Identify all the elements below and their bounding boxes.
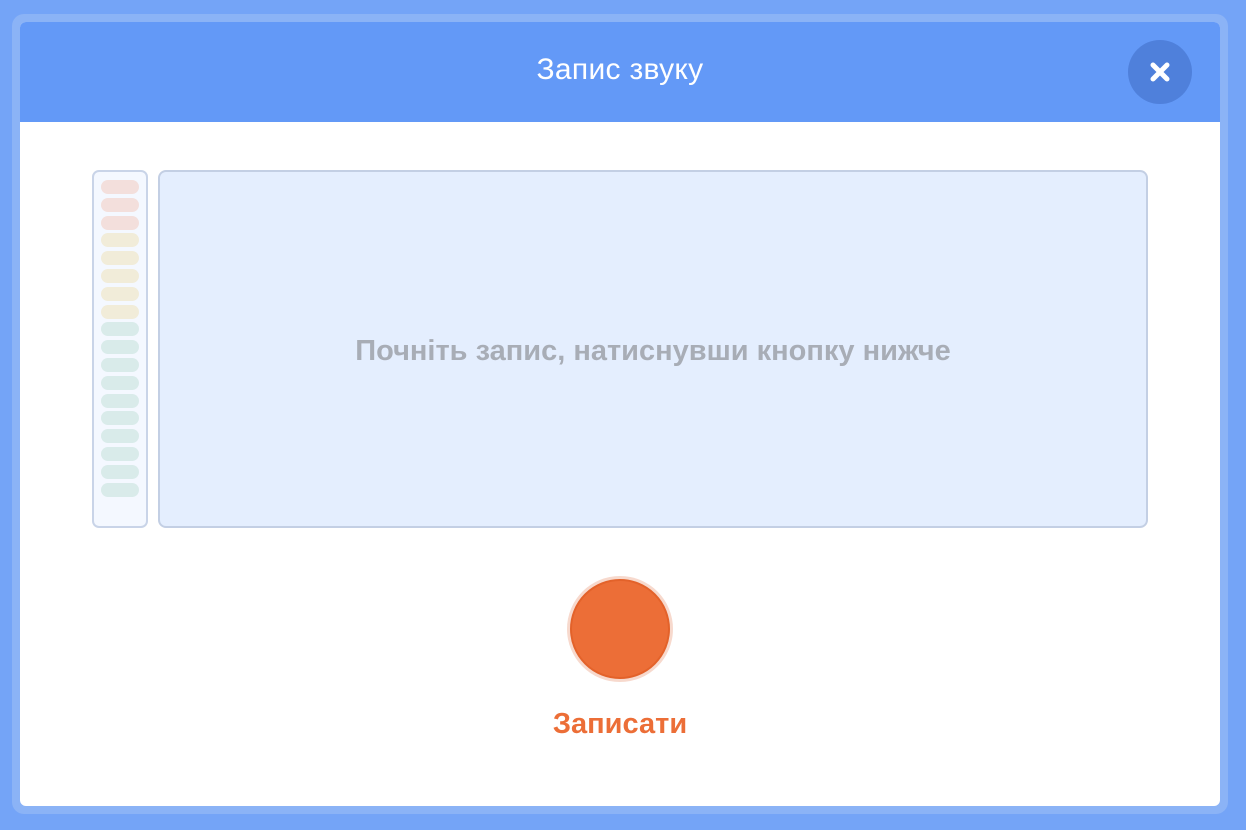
level-meter-bar bbox=[101, 464, 139, 479]
level-meter-bar bbox=[101, 304, 139, 319]
close-icon bbox=[1150, 62, 1170, 82]
close-button[interactable] bbox=[1128, 40, 1192, 104]
level-meter-bar bbox=[101, 197, 139, 212]
sound-record-dialog: Запис звуку Почніть запис, натиснувши кн… bbox=[20, 22, 1220, 806]
level-meter-bar bbox=[101, 429, 139, 444]
level-meter-bar bbox=[101, 215, 139, 230]
dialog-header: Запис звуку bbox=[20, 22, 1220, 122]
dialog-frame: Запис звуку Почніть запис, натиснувши кн… bbox=[12, 14, 1228, 814]
level-meter-bar bbox=[101, 411, 139, 426]
level-meter-bar bbox=[101, 322, 139, 337]
level-meter-bar bbox=[101, 340, 139, 355]
level-meter-bar bbox=[101, 251, 139, 266]
level-meter-bar bbox=[101, 393, 139, 408]
record-button[interactable] bbox=[567, 576, 673, 682]
level-meter-bar bbox=[101, 286, 139, 301]
waveform-area: Почніть запис, натиснувши кнопку нижче bbox=[158, 170, 1148, 528]
dialog-title: Запис звуку bbox=[536, 53, 704, 86]
level-meter-bar bbox=[101, 180, 139, 194]
record-circle-icon bbox=[570, 579, 670, 679]
level-meter-bar bbox=[101, 357, 139, 372]
level-meter-bar bbox=[101, 446, 139, 461]
level-meter-bar bbox=[101, 268, 139, 283]
level-meter-bar bbox=[101, 482, 139, 497]
record-hint: Почніть запис, натиснувши кнопку нижче bbox=[355, 334, 951, 367]
level-meter-bar bbox=[101, 233, 139, 248]
input-level-meter bbox=[92, 170, 148, 528]
record-label[interactable]: Записати bbox=[20, 708, 1220, 741]
level-meter-bar bbox=[101, 375, 139, 390]
